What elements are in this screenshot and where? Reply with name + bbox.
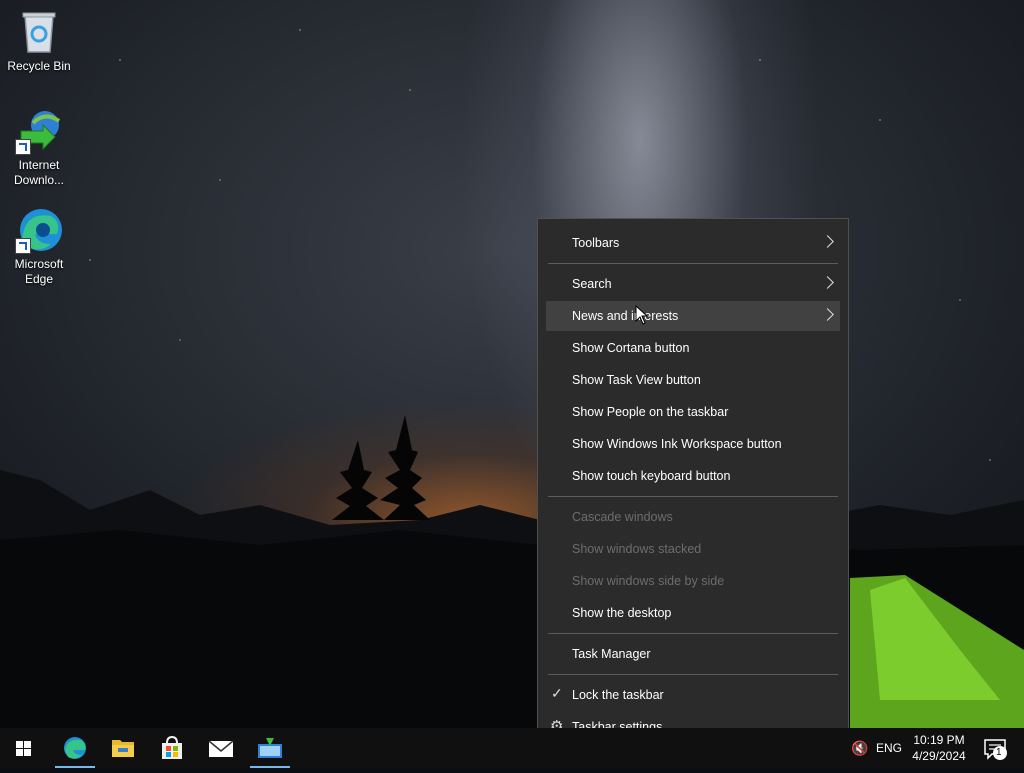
store-bag-icon <box>162 735 182 759</box>
menu-item-label: Show touch keyboard button <box>572 469 731 483</box>
clock-date: 4/29/2024 <box>912 749 966 763</box>
menu-item-news-and-interests[interactable]: News and interests <box>546 301 840 331</box>
chevron-right-icon <box>821 235 834 248</box>
action-center-button[interactable]: 1 <box>978 728 1018 768</box>
taskbar-file-explorer-button[interactable] <box>99 728 147 768</box>
desktop-icon-microsoft-edge[interactable]: Microsoft Edge <box>4 206 74 287</box>
taskbar-edge-button[interactable] <box>51 728 99 768</box>
menu-item-show-windows-side-by-side: Show windows side by side <box>546 566 840 596</box>
app-window-icon <box>258 738 282 758</box>
menu-item-label: Lock the taskbar <box>572 688 664 702</box>
menu-item-show-windows-stacked: Show windows stacked <box>546 534 840 564</box>
chevron-right-icon <box>821 276 834 289</box>
folder-icon <box>112 740 134 757</box>
menu-item-label: Toolbars <box>572 236 620 250</box>
taskbar-context-menu: Toolbars Search News and interests Show … <box>537 218 849 750</box>
start-button[interactable] <box>0 728 48 768</box>
menu-item-toolbars[interactable]: Toolbars <box>546 228 840 258</box>
desktop-icon-label: Microsoft Edge <box>14 257 64 286</box>
desktop-icon-internet-download-manager[interactable]: Internet Downlo... <box>4 107 74 188</box>
chevron-right-icon <box>821 308 834 321</box>
menu-item-task-manager[interactable]: Task Manager <box>546 639 840 669</box>
shortcut-arrow-icon <box>15 238 31 254</box>
menu-item-lock-the-taskbar[interactable]: ✓ Lock the taskbar <box>546 680 840 710</box>
taskbar-mail-button[interactable] <box>197 728 245 768</box>
clock[interactable]: 10:19 PM 4/29/2024 <box>908 732 970 764</box>
notification-count: 1 <box>996 747 1002 758</box>
menu-item-cascade-windows: Cascade windows <box>546 502 840 532</box>
menu-item-label: Show the desktop <box>572 606 672 620</box>
menu-item-label: News and interests <box>572 309 679 323</box>
windows-logo-icon <box>16 741 31 756</box>
menu-item-label: Show windows side by side <box>572 574 725 588</box>
taskbar[interactable]: 🔇 ENG 10:19 PM 4/29/2024 1 <box>0 728 1024 768</box>
desktop-icon-recycle-bin[interactable]: Recycle Bin <box>4 8 74 74</box>
menu-item-show-windows-ink[interactable]: Show Windows Ink Workspace button <box>546 429 840 459</box>
taskbar-store-button[interactable] <box>148 728 196 768</box>
clock-time: 10:19 PM <box>913 733 965 747</box>
menu-item-search[interactable]: Search <box>546 269 840 299</box>
menu-item-show-task-view-button[interactable]: Show Task View button <box>546 365 840 395</box>
desktop-icon-label: Recycle Bin <box>7 59 71 73</box>
menu-item-label: Show Windows Ink Workspace button <box>572 437 782 451</box>
recycle-bin-icon <box>15 8 63 56</box>
menu-item-show-cortana-button[interactable]: Show Cortana button <box>546 333 840 363</box>
menu-item-show-the-desktop[interactable]: Show the desktop <box>546 598 840 628</box>
landscape-silhouette <box>0 415 1024 728</box>
language-indicator[interactable]: ENG <box>876 741 902 755</box>
shortcut-arrow-icon <box>15 139 31 155</box>
edge-icon <box>15 206 63 254</box>
menu-item-show-touch-keyboard[interactable]: Show touch keyboard button <box>546 461 840 491</box>
desktop-background[interactable]: Recycle Bin Internet Downlo... Microsoft… <box>0 0 1024 728</box>
menu-separator <box>548 263 838 264</box>
menu-item-label: Task Manager <box>572 647 651 661</box>
menu-separator <box>548 674 838 675</box>
mail-icon <box>208 740 234 757</box>
mouse-cursor-icon <box>635 305 649 325</box>
volume-muted-icon[interactable]: 🔇 <box>851 740 868 757</box>
menu-item-label: Show windows stacked <box>572 542 702 556</box>
menu-item-show-people[interactable]: Show People on the taskbar <box>546 397 840 427</box>
taskbar-app-button[interactable] <box>246 728 294 768</box>
menu-separator <box>548 633 838 634</box>
internet-download-manager-icon <box>15 107 63 155</box>
menu-separator <box>548 496 838 497</box>
menu-item-label: Cascade windows <box>572 510 673 524</box>
menu-item-label: Show Cortana button <box>572 341 690 355</box>
edge-icon <box>64 737 86 759</box>
menu-item-label: Show Task View button <box>572 373 701 387</box>
check-icon: ✓ <box>551 685 563 701</box>
menu-item-label: Show People on the taskbar <box>572 405 729 419</box>
menu-item-label: Search <box>572 277 612 291</box>
desktop-icon-label: Internet Downlo... <box>13 158 65 187</box>
